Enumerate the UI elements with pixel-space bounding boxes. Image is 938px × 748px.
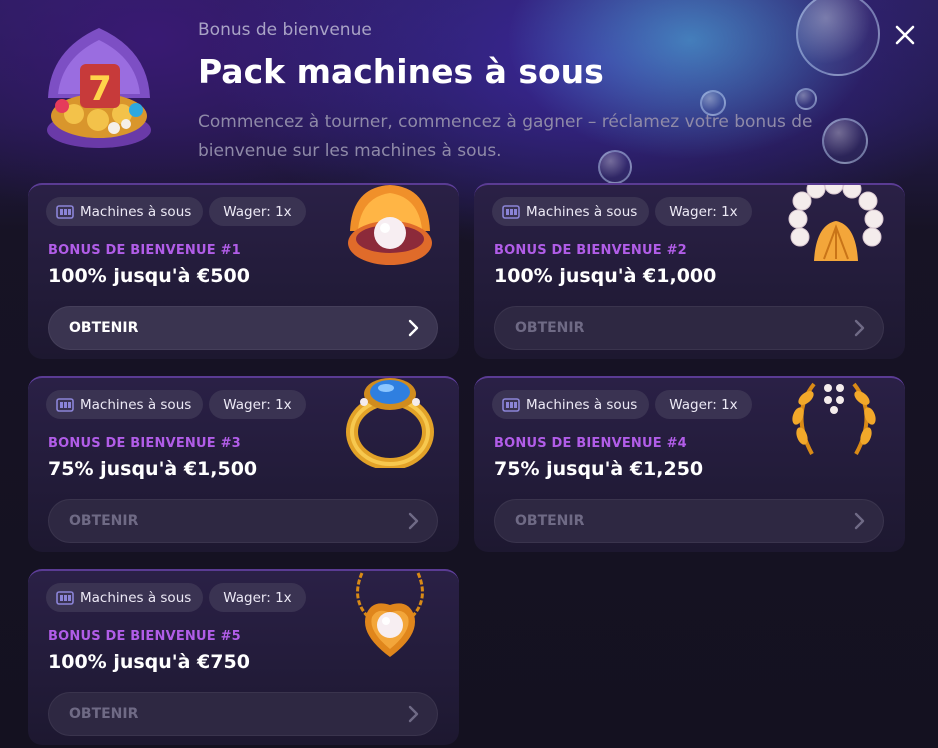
- chevron-right-icon: [408, 705, 419, 723]
- bonus-amount: 75% jusqu'à €1,250: [494, 458, 704, 480]
- get-bonus-label: OBTENIR: [69, 513, 139, 529]
- slot-machine-icon: [56, 590, 74, 605]
- wager-chip: Wager: 1x: [655, 197, 752, 226]
- slot-machine-icon: [502, 397, 520, 412]
- category-chip-label: Machines à sous: [80, 203, 192, 220]
- wager-chip: Wager: 1x: [655, 390, 752, 419]
- bonus-label: BONUS DE BIENVENUE #3: [48, 436, 241, 451]
- laurel-wreath-icon: [792, 382, 876, 455]
- get-bonus-label: OBTENIR: [69, 320, 139, 336]
- category-chip-label: Machines à sous: [80, 589, 192, 606]
- slot-machine-icon: [56, 204, 74, 219]
- bonus-card-2: Machines à sous Wager: 1x BONUS DE BIENV…: [474, 183, 905, 359]
- page-title: Pack machines à sous: [198, 52, 604, 91]
- wager-chip-label: Wager: 1x: [223, 396, 292, 413]
- get-bonus-button[interactable]: OBTENIR: [494, 499, 884, 543]
- get-bonus-button[interactable]: OBTENIR: [494, 306, 884, 350]
- pearl-pendant-icon: [356, 572, 424, 657]
- slot-machine-icon: [56, 397, 74, 412]
- wager-chip: Wager: 1x: [209, 583, 306, 612]
- bonus-label: BONUS DE BIENVENUE #5: [48, 629, 241, 644]
- category-chip: Machines à sous: [46, 197, 204, 226]
- wager-chip: Wager: 1x: [209, 390, 306, 419]
- get-bonus-button[interactable]: OBTENIR: [48, 692, 438, 736]
- category-chip: Machines à sous: [46, 583, 204, 612]
- treasure-shell-icon: 7: [47, 28, 151, 148]
- bonus-card-5: Machines à sous Wager: 1x BONUS DE BIENV…: [28, 569, 459, 745]
- get-bonus-button[interactable]: OBTENIR: [48, 306, 438, 350]
- category-chip: Machines à sous: [46, 390, 204, 419]
- bonus-amount: 100% jusqu'à €750: [48, 651, 250, 673]
- bonus-label: BONUS DE BIENVENUE #2: [494, 243, 687, 258]
- svg-text:7: 7: [88, 69, 112, 109]
- page-subtitle: Commencez à tourner, commencez à gagner …: [198, 112, 813, 161]
- chevron-right-icon: [854, 512, 865, 530]
- category-chip-label: Machines à sous: [526, 396, 638, 413]
- chevron-right-icon: [408, 319, 419, 337]
- modal-header: 7 Bonus de bienvenue Pack machines à sou…: [0, 0, 938, 180]
- chevron-right-icon: [854, 319, 865, 337]
- chevron-right-icon: [408, 512, 419, 530]
- bonus-amount: 75% jusqu'à €1,500: [48, 458, 258, 480]
- close-icon[interactable]: [890, 20, 920, 50]
- bonus-card-4: Machines à sous Wager: 1x BONUS DE BIENV…: [474, 376, 905, 552]
- get-bonus-button[interactable]: OBTENIR: [48, 499, 438, 543]
- wager-chip-label: Wager: 1x: [669, 396, 738, 413]
- category-chip: Machines à sous: [492, 390, 650, 419]
- get-bonus-label: OBTENIR: [515, 513, 585, 529]
- bonus-label: BONUS DE BIENVENUE #4: [494, 436, 687, 451]
- sapphire-ring-icon: [346, 378, 434, 468]
- slot-machine-icon: [502, 204, 520, 219]
- wager-chip-label: Wager: 1x: [223, 589, 292, 606]
- header-eyebrow: Bonus de bienvenue: [198, 20, 372, 40]
- category-chip-label: Machines à sous: [526, 203, 638, 220]
- category-chip-label: Machines à sous: [80, 396, 192, 413]
- get-bonus-label: OBTENIR: [69, 706, 139, 722]
- category-chip: Machines à sous: [492, 197, 650, 226]
- bonus-card-3: Machines à sous Wager: 1x BONUS DE BIENV…: [28, 376, 459, 552]
- bonus-amount: 100% jusqu'à €1,000: [494, 265, 717, 287]
- get-bonus-label: OBTENIR: [515, 320, 585, 336]
- bonus-label: BONUS DE BIENVENUE #1: [48, 243, 241, 258]
- wager-chip-label: Wager: 1x: [669, 203, 738, 220]
- pearl-shell-icon: [348, 185, 432, 265]
- pearl-necklace-icon: [788, 185, 884, 261]
- wager-chip-label: Wager: 1x: [223, 203, 292, 220]
- wager-chip: Wager: 1x: [209, 197, 306, 226]
- bonus-amount: 100% jusqu'à €500: [48, 265, 250, 287]
- bonus-card-1: Machines à sous Wager: 1x BONUS DE BIENV…: [28, 183, 459, 359]
